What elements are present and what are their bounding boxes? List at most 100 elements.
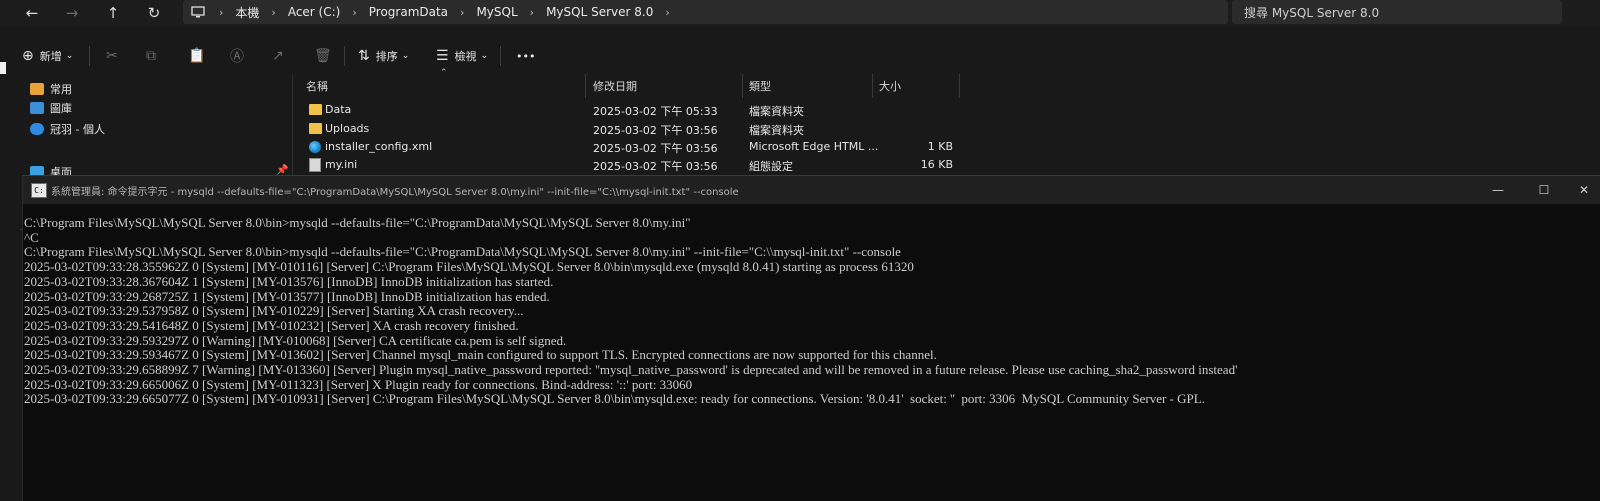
column-header-date[interactable]: 修改日期: [593, 74, 637, 98]
column-header-size[interactable]: 大小: [879, 74, 901, 98]
chevron-right-icon: ›: [529, 5, 535, 19]
file-size: 1 KB: [927, 140, 953, 153]
paste-button[interactable]: 📋: [188, 38, 211, 74]
breadcrumb-item[interactable]: 本機: [229, 4, 265, 21]
nav-item-label: 圖庫: [50, 102, 72, 115]
gallery-icon: [30, 102, 44, 114]
search-placeholder: 搜尋 MySQL Server 8.0: [1244, 5, 1380, 20]
toolbar-divider: [89, 46, 90, 66]
file-row[interactable]: Data 2025-03-02 下午 05:33 檔案資料夾: [293, 101, 1600, 119]
breadcrumb-item[interactable]: Acer (C:): [282, 5, 347, 19]
chevron-right-icon: ›: [271, 5, 276, 19]
chevron-right-icon[interactable]: ›: [659, 6, 675, 19]
toolbar-divider: [344, 46, 345, 66]
file-row[interactable]: Uploads 2025-03-02 下午 03:56 檔案資料夾: [293, 120, 1600, 138]
console-line: C:\Program Files\MySQL\MySQL Server 8.0\…: [24, 216, 691, 230]
console-line: 2025-03-02T09:33:29.268725Z 1 [System] […: [24, 288, 550, 304]
breadcrumb-item[interactable]: ProgramData: [363, 5, 454, 19]
command-prompt-window[interactable]: C: 系統管理員: 命令提示字元 - mysqld --defaults-fil…: [22, 175, 1600, 501]
close-button[interactable]: ✕: [1567, 176, 1600, 204]
sort-icon: ⇅: [358, 48, 370, 64]
nav-item-onedrive[interactable]: 冠羽 - 個人: [30, 120, 105, 138]
rename-button[interactable]: Ⓐ: [230, 38, 250, 74]
console-title-bar[interactable]: C: 系統管理員: 命令提示字元 - mysqld --defaults-fil…: [23, 176, 1600, 204]
plus-circle-icon: ⊕: [22, 48, 34, 64]
console-line: 2025-03-02T09:33:29.665006Z 0 [System] […: [24, 376, 693, 392]
new-button-label: 新增: [39, 50, 62, 63]
sort-button[interactable]: ⇅ 排序 ⌄: [358, 38, 409, 74]
share-icon: ↗: [272, 48, 284, 64]
arrow-left-icon: ←: [25, 4, 39, 22]
chevron-right-icon: ›: [460, 5, 465, 19]
maximize-icon: ☐: [1538, 183, 1550, 197]
nav-item-home[interactable]: 常用: [30, 80, 72, 98]
column-divider[interactable]: [959, 74, 960, 98]
console-line: 2025-03-02T09:33:29.593467Z 0 [System] […: [24, 347, 937, 363]
refresh-icon: ↻: [147, 4, 161, 22]
arrow-right-icon: →: [65, 4, 79, 22]
cut-button[interactable]: ✂: [106, 38, 124, 74]
command-bar: ⊕ 新增 ⌄ ✂ ⧉ 📋 Ⓐ ↗ 🗑 ⇅ 排序 ⌄ ☰ 檢視 ⌄ •••: [0, 38, 1600, 74]
console-line: 2025-03-02T09:33:29.541648Z 0 [System] […: [24, 317, 519, 333]
back-button[interactable]: ←: [17, 0, 47, 26]
copy-icon: ⧉: [146, 48, 156, 64]
breadcrumb-item[interactable]: MySQL Server 8.0: [540, 5, 659, 19]
scissors-icon: ✂: [106, 48, 118, 64]
column-divider[interactable]: [585, 74, 586, 98]
computer-icon: [183, 6, 213, 18]
chevron-down-icon: ⌄: [65, 51, 74, 61]
delete-button[interactable]: 🗑: [314, 38, 338, 74]
home-icon: [30, 83, 44, 95]
copy-button[interactable]: ⧉: [146, 38, 162, 74]
console-output[interactable]: C:\Program Files\MySQL\MySQL Server 8.0\…: [23, 216, 1600, 501]
file-type: 檔案資料夾: [749, 124, 804, 137]
up-button[interactable]: ↑: [98, 0, 128, 26]
column-divider[interactable]: [742, 74, 743, 98]
nav-item-label: 常用: [50, 83, 72, 96]
console-line: C:\Program Files\MySQL\MySQL Server 8.0\…: [24, 244, 901, 260]
refresh-button[interactable]: ↻: [139, 0, 169, 26]
cmd-icon: C:: [31, 183, 47, 198]
close-icon: ✕: [1578, 183, 1590, 197]
share-button[interactable]: ↗: [272, 38, 290, 74]
console-line: 2025-03-02T09:33:29.537958Z 0 [System] […: [24, 303, 524, 319]
toolbar-divider: [500, 46, 501, 66]
file-name: my.ini: [325, 158, 358, 171]
console-line: ^C: [24, 229, 39, 245]
file-type: 檔案資料夾: [749, 105, 804, 118]
file-row[interactable]: installer_config.xml 2025-03-02 下午 03:56…: [293, 138, 1600, 156]
column-header-type[interactable]: 類型: [749, 74, 771, 98]
column-divider[interactable]: [872, 74, 873, 98]
view-button-label: 檢視: [454, 50, 477, 63]
file-date: 2025-03-02 下午 05:33: [593, 105, 718, 118]
onedrive-icon: [30, 123, 44, 135]
chevron-right-icon: ›: [219, 5, 224, 19]
file-size: 16 KB: [920, 158, 953, 171]
new-button[interactable]: ⊕ 新增 ⌄: [22, 38, 73, 74]
file-list: 名稱 修改日期 類型 大小 Data 2025-03-02 下午 05:33 檔…: [293, 74, 1600, 184]
file-date: 2025-03-02 下午 03:56: [593, 124, 718, 137]
maximize-button[interactable]: ☐: [1521, 176, 1567, 204]
breadcrumb-item[interactable]: MySQL: [470, 5, 523, 19]
minimize-button[interactable]: —: [1475, 176, 1521, 204]
file-name: installer_config.xml: [325, 140, 433, 153]
nav-item-gallery[interactable]: 圖庫: [30, 99, 72, 117]
console-line: 2025-03-02T09:33:28.355962Z 0 [System] […: [24, 259, 914, 275]
forward-button[interactable]: →: [57, 0, 87, 26]
search-input[interactable]: 搜尋 MySQL Server 8.0: [1232, 0, 1562, 24]
navigation-pane: 常用 圖庫 冠羽 - 個人 桌面: [0, 74, 292, 230]
more-dots-icon: •••: [516, 49, 536, 63]
file-date: 2025-03-02 下午 03:56: [593, 160, 718, 173]
chevron-down-icon: ⌄: [480, 51, 489, 61]
file-name: Uploads: [325, 122, 370, 135]
rename-icon: Ⓐ: [230, 49, 244, 65]
column-header-name[interactable]: 名稱: [306, 74, 328, 98]
paste-icon: 📋: [188, 48, 206, 64]
more-button[interactable]: •••: [516, 38, 535, 74]
edge-icon: [309, 141, 321, 153]
address-bar[interactable]: › 本機 › Acer (C:) › ProgramData › MySQL ›…: [183, 0, 1228, 24]
file-row[interactable]: my.ini 2025-03-02 下午 03:56 組態設定 16 KB: [293, 156, 1600, 174]
trash-icon: 🗑: [314, 48, 332, 64]
folder-icon: [309, 104, 322, 115]
file-type: Microsoft Edge HTML ...: [749, 140, 879, 153]
